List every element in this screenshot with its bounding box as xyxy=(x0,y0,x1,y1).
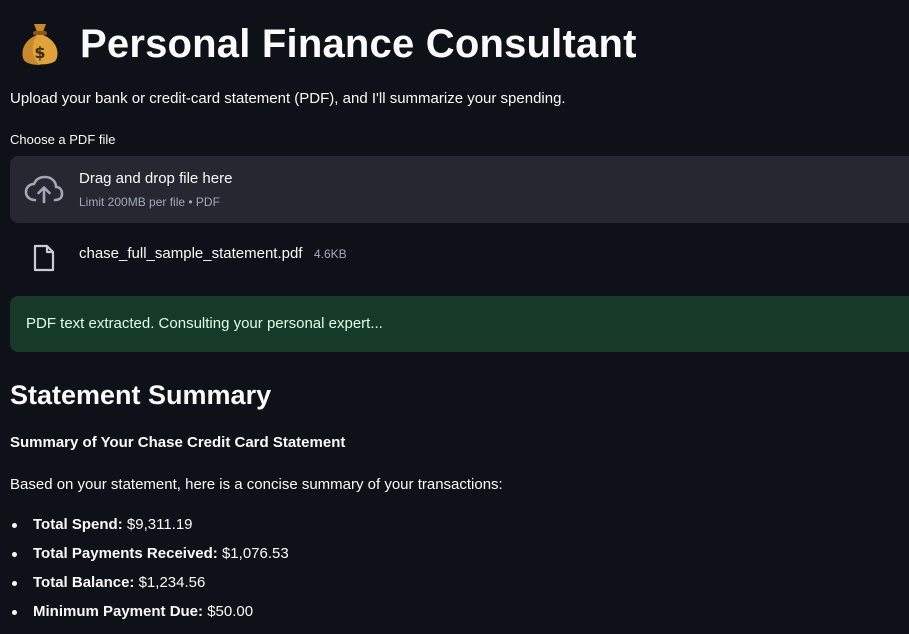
money-bag-icon: $ xyxy=(22,24,58,65)
bullet-dot xyxy=(12,581,17,586)
summary-item-value: $50.00 xyxy=(207,603,254,620)
title-row: $ Personal Finance Consultant xyxy=(18,18,637,70)
summary-item-minimum-due: Minimum Payment Due: $50.00 xyxy=(10,603,289,632)
summary-subtitle: Summary of Your Chase Credit Card Statem… xyxy=(10,434,346,451)
app-title: Personal Finance Consultant xyxy=(80,22,637,66)
summary-item-value: $1,234.56 xyxy=(138,574,206,591)
svg-text:$: $ xyxy=(34,43,45,62)
summary-item-total-spend: Total Spend: $9,311.19 xyxy=(10,516,289,545)
dropzone-limit: Limit 200MB per file • PDF xyxy=(79,195,220,209)
file-icon xyxy=(33,244,55,272)
dropzone-title: Drag and drop file here xyxy=(79,170,233,187)
cloud-upload-icon xyxy=(24,175,64,204)
summary-item-label: Total Spend: xyxy=(33,516,123,533)
uploaded-file-size: 4.6KB xyxy=(314,247,347,261)
success-message: PDF text extracted. Consulting your pers… xyxy=(26,315,383,332)
success-alert: PDF text extracted. Consulting your pers… xyxy=(10,296,909,352)
bullet-dot xyxy=(12,610,17,615)
summary-item-value: $9,311.19 xyxy=(126,516,193,533)
bullet-dot xyxy=(12,552,17,557)
bullet-dot xyxy=(12,523,17,528)
summary-item-balance: Total Balance: $1,234.56 xyxy=(10,574,289,603)
summary-item-label: Total Balance: xyxy=(33,574,135,591)
summary-list: Total Spend: $9,311.19 Total Payments Re… xyxy=(10,516,289,632)
file-uploader-label: Choose a PDF file xyxy=(10,132,116,147)
intro-text: Upload your bank or credit-card statemen… xyxy=(10,90,566,107)
uploaded-file-name: chase_full_sample_statement.pdf xyxy=(79,245,303,262)
file-dropzone[interactable]: Drag and drop file here Limit 200MB per … xyxy=(10,156,909,223)
summary-item-label: Total Payments Received: xyxy=(33,545,218,562)
uploaded-file-item: chase_full_sample_statement.pdf 4.6KB xyxy=(10,240,610,272)
summary-item-label: Minimum Payment Due: xyxy=(33,603,204,620)
summary-item-value: $1,076.53 xyxy=(221,545,289,562)
summary-intro: Based on your statement, here is a conci… xyxy=(10,476,503,493)
app-page: $ Personal Finance Consultant Upload you… xyxy=(0,0,909,634)
summary-item-payments: Total Payments Received: $1,076.53 xyxy=(10,545,289,574)
summary-heading: Statement Summary xyxy=(10,380,272,410)
